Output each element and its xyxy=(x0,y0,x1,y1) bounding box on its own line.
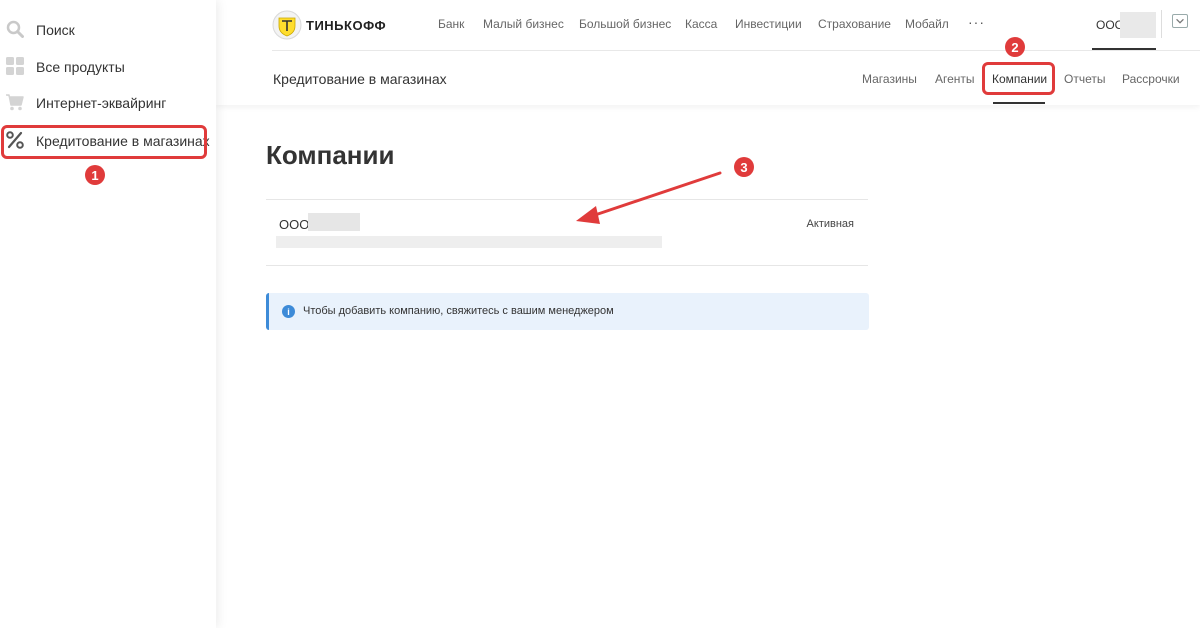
global-nav-bar: ТИНЬКОФФ Банк Малый бизнес Большой бизне… xyxy=(272,0,1200,51)
sidebar-item-all-products[interactable]: Все продукты xyxy=(0,49,216,85)
main-content: Компании ООО Активная i Чтобы добавить к… xyxy=(216,105,1200,628)
cart-icon xyxy=(6,94,24,111)
nav-kassa[interactable]: Касса xyxy=(685,17,717,31)
tab-installments[interactable]: Рассрочки xyxy=(1122,72,1180,86)
redacted-company-details xyxy=(276,236,662,248)
sidebar-item-label: Кредитование в магазинах xyxy=(36,133,210,149)
chevron-down-icon[interactable] xyxy=(1172,14,1188,28)
nav-small-business[interactable]: Малый бизнес xyxy=(483,17,564,31)
sidebar-item-label: Интернет-эквайринг xyxy=(36,95,167,111)
bank-emblem-icon xyxy=(272,10,302,40)
company-row[interactable]: ООО Активная xyxy=(266,199,868,266)
nav-insurance[interactable]: Страхование xyxy=(818,17,891,31)
active-tab-indicator xyxy=(993,102,1045,104)
nav-large-business[interactable]: Большой бизнес xyxy=(579,17,671,31)
tab-stores[interactable]: Магазины xyxy=(862,72,917,86)
divider xyxy=(1161,10,1162,38)
tab-companies[interactable]: Компании xyxy=(992,72,1047,86)
nav-investments[interactable]: Инвестиции xyxy=(735,17,802,31)
sidebar: Поиск Все продукты Интернет-эквайринг Кр… xyxy=(0,0,216,628)
sidebar-item-acquiring[interactable]: Интернет-эквайринг xyxy=(0,85,216,121)
grid-icon xyxy=(6,57,24,75)
page-title: Компании xyxy=(266,140,395,170)
more-menu-icon[interactable]: ··· xyxy=(968,14,985,30)
info-notice: i Чтобы добавить компанию, свяжитесь с в… xyxy=(266,293,869,330)
account-switcher[interactable]: ООО xyxy=(1092,12,1156,50)
logo-text: ТИНЬКОФФ xyxy=(306,17,387,33)
section-nav-bar: Кредитование в магазинах Магазины Агенты… xyxy=(272,52,1200,105)
nav-bank[interactable]: Банк xyxy=(438,17,464,31)
redacted-account-name xyxy=(1120,12,1156,38)
sidebar-item-label: Поиск xyxy=(36,22,75,38)
section-title: Кредитование в магазинах xyxy=(273,71,447,87)
sidebar-item-label: Все продукты xyxy=(36,59,125,75)
tinkoff-logo[interactable]: ТИНЬКОФФ xyxy=(272,10,386,40)
account-underline xyxy=(1092,48,1156,50)
info-text: Чтобы добавить компанию, свяжитесь с ваш… xyxy=(303,305,614,317)
sidebar-item-pos-lending[interactable]: Кредитование в магазинах xyxy=(0,123,216,159)
info-icon: i xyxy=(282,305,295,318)
nav-mobile[interactable]: Мобайл xyxy=(905,17,949,31)
sidebar-item-search[interactable]: Поиск xyxy=(0,12,216,48)
search-icon xyxy=(6,20,24,38)
status-badge: Активная xyxy=(806,218,854,230)
tab-agents[interactable]: Агенты xyxy=(935,72,975,86)
company-name: ООО xyxy=(279,217,310,232)
redacted-company-name xyxy=(308,213,360,231)
tab-reports[interactable]: Отчеты xyxy=(1064,72,1105,86)
top-header: ТИНЬКОФФ Банк Малый бизнес Большой бизне… xyxy=(216,0,1200,105)
percent-icon xyxy=(6,131,24,149)
